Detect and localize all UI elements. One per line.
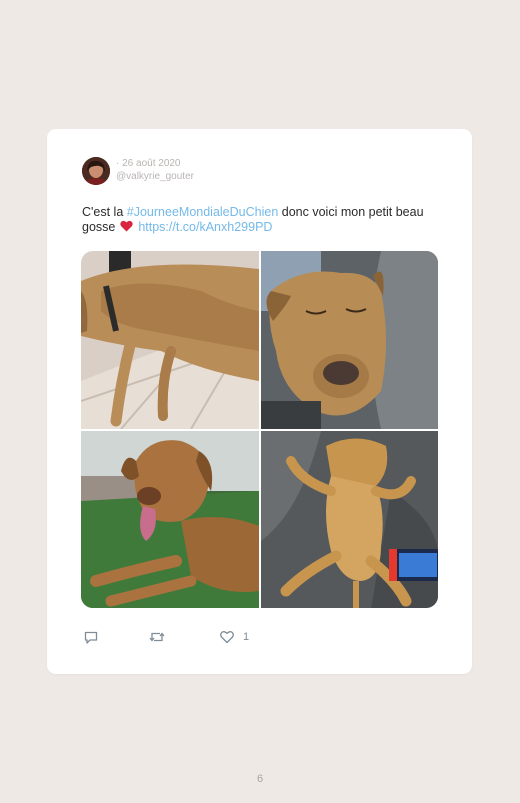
tweet-text-start: C'est la [82,205,124,219]
tweet-text: C'est la #JourneeMondialeDuChien donc vo… [82,205,437,235]
reply-button[interactable] [83,629,99,645]
like-count: 1 [243,631,250,643]
retweet-icon [149,632,165,642]
red-heart-icon [120,220,133,232]
dog-on-artificial-grass-photo[interactable] [81,431,259,608]
tweet-card: 26 août 2020 @valkyrie_gouter C'est la #… [47,129,472,674]
photo-grid [81,251,438,608]
heart-outline-icon [220,631,234,644]
avatar[interactable] [82,157,110,185]
like-button[interactable]: 1 [219,629,249,645]
retweet-button[interactable] [149,629,165,645]
user-handle[interactable]: @valkyrie_gouter [116,170,194,183]
reply-icon [84,631,98,644]
tweet-date: 26 août 2020 [116,157,194,170]
avatar-image [82,157,110,185]
dog-on-back-with-game-console-photo[interactable] [261,431,438,608]
tweet-link[interactable]: https://t.co/kAnxh299PD [138,220,272,234]
tweet-actions: 1 [83,629,283,645]
hashtag-link[interactable]: #JourneeMondialeDuChien [127,205,279,219]
dog-lying-on-tiles-photo[interactable] [81,251,259,429]
dog-sleeping-against-sofa-photo[interactable] [261,251,438,429]
tweet-meta: 26 août 2020 @valkyrie_gouter [116,157,194,183]
page-number: 6 [256,773,264,785]
